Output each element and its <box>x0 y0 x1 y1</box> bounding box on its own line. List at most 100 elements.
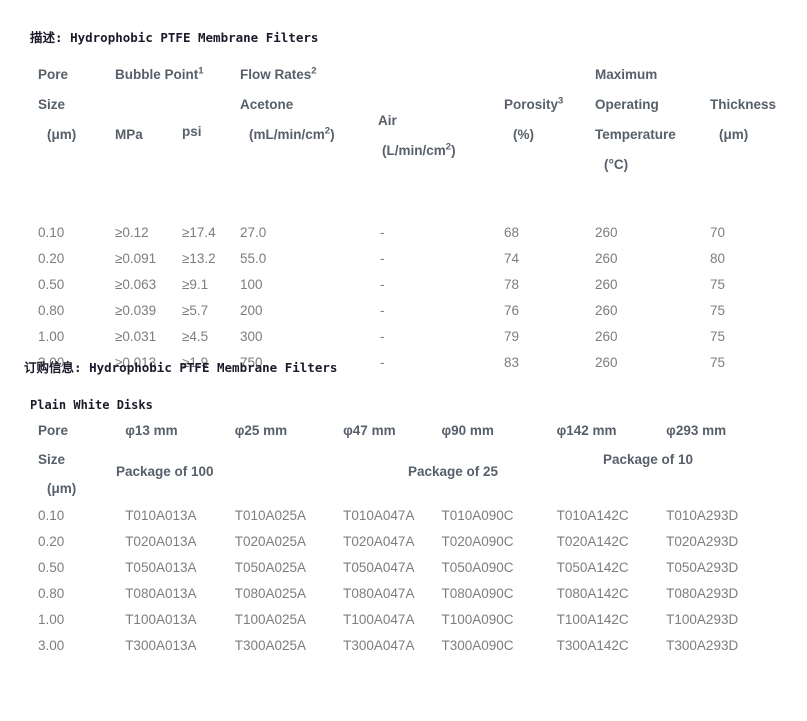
cell-pore: 0.10 <box>38 225 65 240</box>
cell-d293: T010A293D <box>666 508 739 523</box>
sub-header-psi-cell <box>182 180 240 220</box>
cell-psi: ≥9.1 <box>182 277 209 292</box>
air-units-pre: (L/min/cm <box>382 143 446 158</box>
cell-thickness: 70 <box>710 225 726 240</box>
cell-d142: T100A142C <box>556 612 629 627</box>
cell-porosity: 83 <box>504 355 520 370</box>
cell-d142: T020A142C <box>556 534 629 549</box>
cell-d25: T010A025A <box>234 508 307 523</box>
bubble-point-spacer <box>115 90 240 120</box>
table-row: 1.00 T100A013A T100A025A T100A047A T100A090C… <box>38 607 778 633</box>
specifications-table: Pore Size (μm) Bubble Point1 MPa Flow Ra… <box>38 60 778 376</box>
cell-temperature: 260 <box>595 225 618 240</box>
cell-pore: 0.20 <box>38 534 65 549</box>
cell-temperature: 260 <box>595 277 618 292</box>
cell-d293: T050A293D <box>666 560 739 575</box>
bubble-point-footnote: 1 <box>198 65 204 77</box>
cell-porosity: 68 <box>504 225 520 240</box>
cell-acetone: 200 <box>240 303 263 318</box>
sub-header-acetone: Acetone <box>240 97 294 112</box>
cell-d142: T050A142C <box>556 560 629 575</box>
table-row: 0.10 ≥0.12 ≥17.4 27.0 - 68 260 70 <box>38 220 778 246</box>
col-header-bubble-point: Bubble Point1 MPa <box>115 60 240 180</box>
cell-psi: ≥13.2 <box>182 251 216 266</box>
description-heading-text: : Hydrophobic PTFE Membrane Filters <box>55 30 319 45</box>
cell-pore: 0.80 <box>38 586 65 601</box>
cell-air: - <box>380 355 385 370</box>
cell-pore: 3.00 <box>38 638 65 653</box>
cell-porosity: 74 <box>504 251 520 266</box>
cell-thickness: 75 <box>710 277 726 292</box>
cell-d90: T020A090C <box>441 534 514 549</box>
package-of-25-label: Package of 25 <box>408 464 499 479</box>
ordering-section-heading: 订购信息: Hydrophobic PTFE Membrane Filters <box>24 357 337 376</box>
col-header-diameter-25mm: φ25 mm <box>235 416 343 503</box>
porosity-text: Porosity <box>504 97 559 112</box>
cell-d13: T080A013A <box>125 586 197 601</box>
cell-d293: T100A293D <box>666 612 739 627</box>
description-section-heading: 描述: Hydrophobic PTFE Membrane Filters <box>30 27 318 46</box>
cell-mpa: ≥0.091 <box>115 251 157 266</box>
cell-psi: ≥17.4 <box>182 225 216 240</box>
thickness-label: Thickness <box>710 97 777 112</box>
diameter-47mm-label: φ47 mm <box>343 423 396 438</box>
max-op-line-3: Temperature <box>595 127 676 142</box>
table-row: 0.20 T020A013A T020A025A T020A047A T020A090C… <box>38 529 778 555</box>
thickness-units: (μm) <box>719 127 749 142</box>
diameter-90mm-label: φ90 mm <box>441 423 494 438</box>
cell-d25: T100A025A <box>234 612 307 627</box>
cell-d13: T100A013A <box>125 612 197 627</box>
cell-d47: T100A047A <box>343 612 415 627</box>
diameter-13mm-label: φ13 mm <box>125 423 178 438</box>
table-row: 0.10 T010A013A T010A025A T010A047A T010A090C… <box>38 503 778 529</box>
cell-mpa: ≥0.063 <box>115 277 157 292</box>
cell-mpa: ≥0.12 <box>115 225 149 240</box>
cell-d13: T010A013A <box>125 508 197 523</box>
cell-temperature: 260 <box>595 329 618 344</box>
cell-d25: T300A025A <box>234 638 307 653</box>
spacer-cell-acetone <box>240 180 380 220</box>
cell-temperature: 260 <box>595 303 618 318</box>
cell-acetone: 100 <box>240 277 263 292</box>
col-header-max-operating-temperature: Maximum Operating Temperature (°C) <box>595 60 710 180</box>
cell-air: - <box>380 251 385 266</box>
pore-line-2: Size <box>38 97 66 112</box>
cell-porosity: 79 <box>504 329 520 344</box>
sub-header-mpa-cell <box>115 180 182 220</box>
col-header-diameter-47mm: φ47 mm <box>343 416 441 503</box>
cell-acetone: 55.0 <box>240 251 267 266</box>
sub-header-psi: psi <box>182 124 202 139</box>
cell-thickness: 75 <box>710 329 726 344</box>
flow-rates-text: Flow Rates <box>240 67 312 82</box>
col-header-pore-size: Pore Size (μm) <box>38 60 115 180</box>
sub-header-mpa: MPa <box>115 127 143 142</box>
max-op-line-2: Operating <box>595 97 659 112</box>
cell-acetone: 300 <box>240 329 263 344</box>
air-units-post: ) <box>451 143 456 158</box>
table-row: 0.50 ≥0.063 ≥9.1 100 - 78 260 75 <box>38 272 778 298</box>
cell-d90: T050A090C <box>441 560 514 575</box>
cell-air: - <box>380 277 385 292</box>
spacer-cell-thickness <box>710 180 778 220</box>
porosity-units: (%) <box>513 127 535 142</box>
cell-air: - <box>380 225 385 240</box>
cell-temperature: 260 <box>595 251 618 266</box>
cell-pore: 1.00 <box>38 329 65 344</box>
flow-rates-label: Flow Rates2 <box>240 60 504 90</box>
sub-header-air: Air <box>378 113 397 128</box>
porosity-spacer <box>504 60 595 90</box>
table-row: 0.50 T050A013A T050A025A T050A047A T050A090C… <box>38 555 778 581</box>
cell-d25: T020A025A <box>234 534 307 549</box>
acetone-units: (mL/min/cm2) <box>240 120 504 150</box>
table-row: 1.00 ≥0.031 ≥4.5 300 - 79 260 75 <box>38 324 778 350</box>
cell-thickness: 80 <box>710 251 726 266</box>
ordering-heading-cjk: 订购信息 <box>24 360 75 375</box>
cell-psi: ≥5.7 <box>182 303 209 318</box>
cell-d293: T080A293D <box>666 586 739 601</box>
max-op-line-1: Maximum <box>595 67 658 82</box>
col-header-thickness: Thickness (μm) <box>710 60 778 180</box>
table-row: 0.80 ≥0.039 ≥5.7 200 - 76 260 75 <box>38 298 778 324</box>
table-row: 0.20 ≥0.091 ≥13.2 55.0 - 74 260 80 <box>38 246 778 272</box>
col-header-pore-size-ordering: Pore Size (μm) <box>38 416 125 503</box>
ordering-table-body: 0.10 T010A013A T010A025A T010A047A T010A090C… <box>38 503 778 659</box>
